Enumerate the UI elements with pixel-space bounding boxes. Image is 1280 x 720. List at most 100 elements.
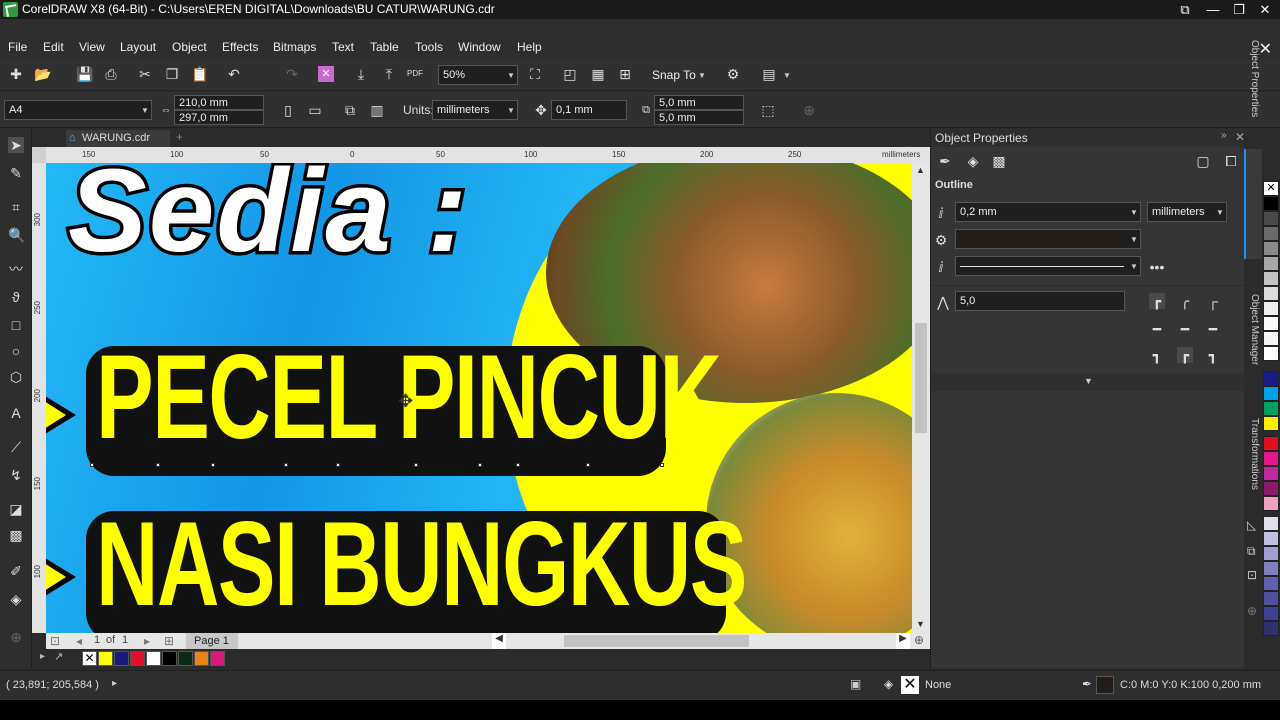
palette-swatch[interactable] (1263, 241, 1279, 256)
copy-icon[interactable]: ❐ (164, 66, 180, 82)
selection-node[interactable] (478, 463, 482, 467)
polygon-tool-icon[interactable]: ⬡ (8, 369, 24, 385)
page-width-field[interactable]: 210,0 mm (174, 95, 264, 110)
menu-file[interactable]: File (8, 40, 27, 54)
launcher-dropdown-icon[interactable]: ▼ (783, 71, 791, 80)
pick-tool-icon[interactable]: ➤ (8, 137, 24, 153)
palette-swatch[interactable] (1263, 546, 1279, 561)
redo-icon[interactable]: ↷ (284, 66, 300, 82)
options-gear-icon[interactable]: ⚙ (725, 66, 741, 82)
page-tab[interactable]: Page 1 (186, 633, 238, 649)
docker-add-icon[interactable]: ⊕ (1247, 604, 1257, 618)
vertical-scrollbar[interactable]: ▲ ▼ (912, 163, 930, 633)
frame-icon[interactable]: ▢ (1195, 153, 1211, 169)
outline-units-select[interactable]: millimeters (1147, 202, 1227, 222)
application-launcher-icon[interactable]: ▤ (761, 66, 777, 82)
new-frame-icon[interactable]: ⧠ (1223, 153, 1239, 169)
outline-units-dropdown-icon[interactable]: ▼ (1216, 208, 1224, 217)
page-size-dropdown-icon[interactable]: ▼ (141, 106, 149, 115)
show-guidelines-icon[interactable]: ⊞ (617, 66, 633, 82)
miter-corner-icon[interactable]: ┏ (1149, 293, 1165, 309)
open-icon[interactable]: 📂 (34, 66, 51, 82)
outline-width-field[interactable]: 0,2 mm (955, 202, 1141, 222)
all-pages-icon[interactable]: ⧉ (342, 102, 358, 118)
palette-swatch[interactable] (1263, 606, 1279, 621)
menu-bitmaps[interactable]: Bitmaps (273, 40, 316, 54)
docker-link-icon[interactable]: ⧉ (1247, 544, 1256, 559)
units-dropdown-icon[interactable]: ▼ (507, 106, 515, 115)
sedia-heading[interactable]: Sedia : (65, 163, 471, 281)
palette-swatch[interactable] (1263, 436, 1279, 451)
palette-swatch[interactable] (1263, 451, 1279, 466)
text-tool-icon[interactable]: A (8, 405, 24, 421)
first-page-icon[interactable]: ⊡ (50, 634, 60, 648)
center-position-icon[interactable]: ┏ (1177, 347, 1193, 363)
zoom-tool-icon[interactable]: 🔍 (8, 227, 25, 243)
outline-color-field[interactable] (955, 229, 1141, 249)
butt-cap-icon[interactable]: ━ (1149, 321, 1165, 337)
palette-swatch[interactable] (1263, 316, 1279, 331)
show-rulers-icon[interactable]: ◰ (562, 66, 578, 82)
palette-swatch[interactable] (1263, 226, 1279, 241)
swatch-red[interactable] (130, 651, 145, 666)
swatch-black[interactable] (162, 651, 177, 666)
export-icon[interactable]: ⤒ (381, 66, 397, 82)
round-cap-icon[interactable]: ━ (1177, 321, 1193, 337)
panel-expander[interactable]: ▼ (931, 373, 1245, 391)
fill-icon[interactable]: ◈ (965, 153, 981, 169)
add-page-icon[interactable]: ⊞ (164, 634, 174, 648)
status-menu-icon[interactable]: ▸ (112, 678, 117, 689)
selection-node[interactable] (90, 463, 94, 467)
square-cap-icon[interactable]: ━ (1205, 321, 1221, 337)
selection-node[interactable] (336, 463, 340, 467)
new-tab-icon[interactable]: + (176, 130, 183, 144)
swatch-orange[interactable] (194, 651, 209, 666)
selection-node[interactable] (284, 463, 288, 467)
menu-help[interactable]: Help (517, 40, 542, 54)
menu-table[interactable]: Table (370, 40, 399, 54)
import-icon[interactable]: ⤓ (353, 66, 369, 82)
current-page-icon[interactable]: ▥ (369, 102, 385, 118)
docker-frame-icon[interactable]: ⊡ (1247, 568, 1257, 582)
menu-effects[interactable]: Effects (222, 40, 258, 54)
menu-text[interactable]: Text (332, 40, 354, 54)
ruler-origin[interactable] (32, 147, 46, 163)
crop-tool-icon[interactable]: ⌗ (8, 199, 24, 215)
restore-small-icon[interactable]: ⧉ (1170, 0, 1200, 19)
outside-position-icon[interactable]: ┓ (1149, 347, 1165, 363)
rectangle-tool-icon[interactable]: □ (8, 317, 24, 333)
outline-pen-icon[interactable]: ✒ (937, 153, 953, 169)
more-options-icon[interactable]: ••• (1149, 259, 1165, 275)
line-style-dropdown-icon[interactable]: ▼ (1130, 262, 1138, 271)
units-select[interactable]: millimeters (432, 100, 518, 120)
scroll-left-icon[interactable]: ◀ (492, 633, 506, 649)
palette-swatch[interactable] (1263, 561, 1279, 576)
selection-node[interactable] (211, 463, 215, 467)
horizontal-ruler[interactable]: 150 100 50 0 50 100 150 200 250 millimet… (46, 147, 930, 163)
nasi-bungkus-text[interactable]: NASI BUNGKUS (96, 495, 747, 633)
palette-none-swatch[interactable]: ✕ (1263, 181, 1279, 196)
palette-swatch[interactable] (1263, 591, 1279, 606)
swatch-white[interactable] (146, 651, 161, 666)
ellipse-tool-icon[interactable]: ○ (8, 343, 24, 359)
palette-swatch[interactable] (1263, 196, 1279, 211)
menu-view[interactable]: View (79, 40, 105, 54)
undo-icon[interactable]: ↶ (226, 66, 242, 82)
add-icon[interactable]: ⊕ (801, 102, 817, 118)
landscape-icon[interactable]: ▭ (307, 102, 323, 118)
palette-swatch[interactable] (1263, 531, 1279, 546)
portrait-icon[interactable]: ▯ (280, 102, 296, 118)
swatch-navy[interactable] (114, 651, 129, 666)
document-tab[interactable]: ⌂ WARUNG.cdr (66, 130, 170, 147)
add-tool-icon[interactable]: ⊕ (8, 629, 24, 645)
tab-object-manager-label[interactable]: Object Manager (1246, 294, 1260, 365)
outline-color-dropdown-icon[interactable]: ▼ (1130, 235, 1138, 244)
shape-tool-icon[interactable]: ✎ (8, 165, 24, 181)
publish-pdf-icon[interactable]: PDF (407, 66, 423, 82)
zoom-dropdown-icon[interactable]: ▼ (507, 71, 515, 80)
line-style-select[interactable] (955, 256, 1141, 276)
paste-icon[interactable]: 📋 (191, 66, 208, 82)
menu-object[interactable]: Object (172, 40, 207, 54)
horizontal-scroll-thumb[interactable] (564, 635, 749, 647)
prev-page-icon[interactable]: ◂ (76, 634, 82, 648)
